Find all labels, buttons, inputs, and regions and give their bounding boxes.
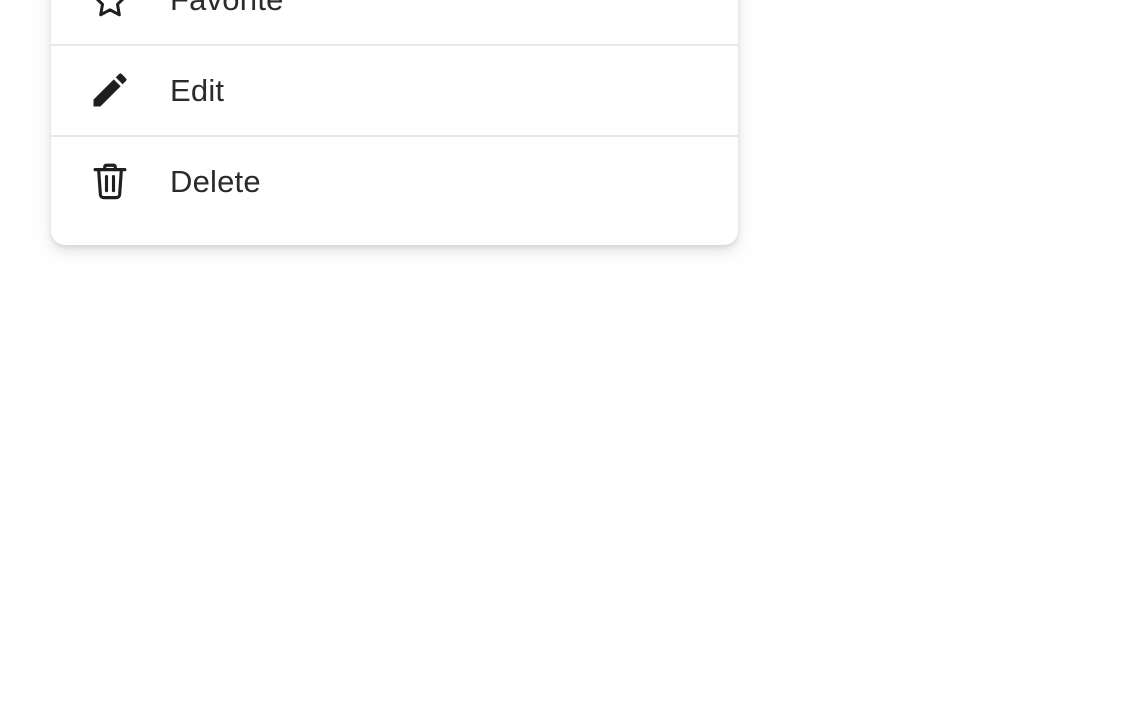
star-outline-icon: [87, 0, 133, 24]
menu-item-label: Favorite: [170, 0, 284, 18]
trash-icon: [87, 158, 133, 204]
menu-item-delete[interactable]: Delete: [51, 137, 738, 245]
context-menu: Favorite Edit Delete: [51, 0, 738, 245]
menu-item-favorite[interactable]: Favorite: [51, 0, 738, 44]
menu-item-label: Delete: [170, 164, 261, 199]
menu-item-label: Edit: [170, 73, 225, 108]
pencil-icon: [87, 67, 133, 113]
menu-item-edit[interactable]: Edit: [51, 46, 738, 135]
app-screen: Favorite Edit Delete: [0, 0, 1146, 716]
